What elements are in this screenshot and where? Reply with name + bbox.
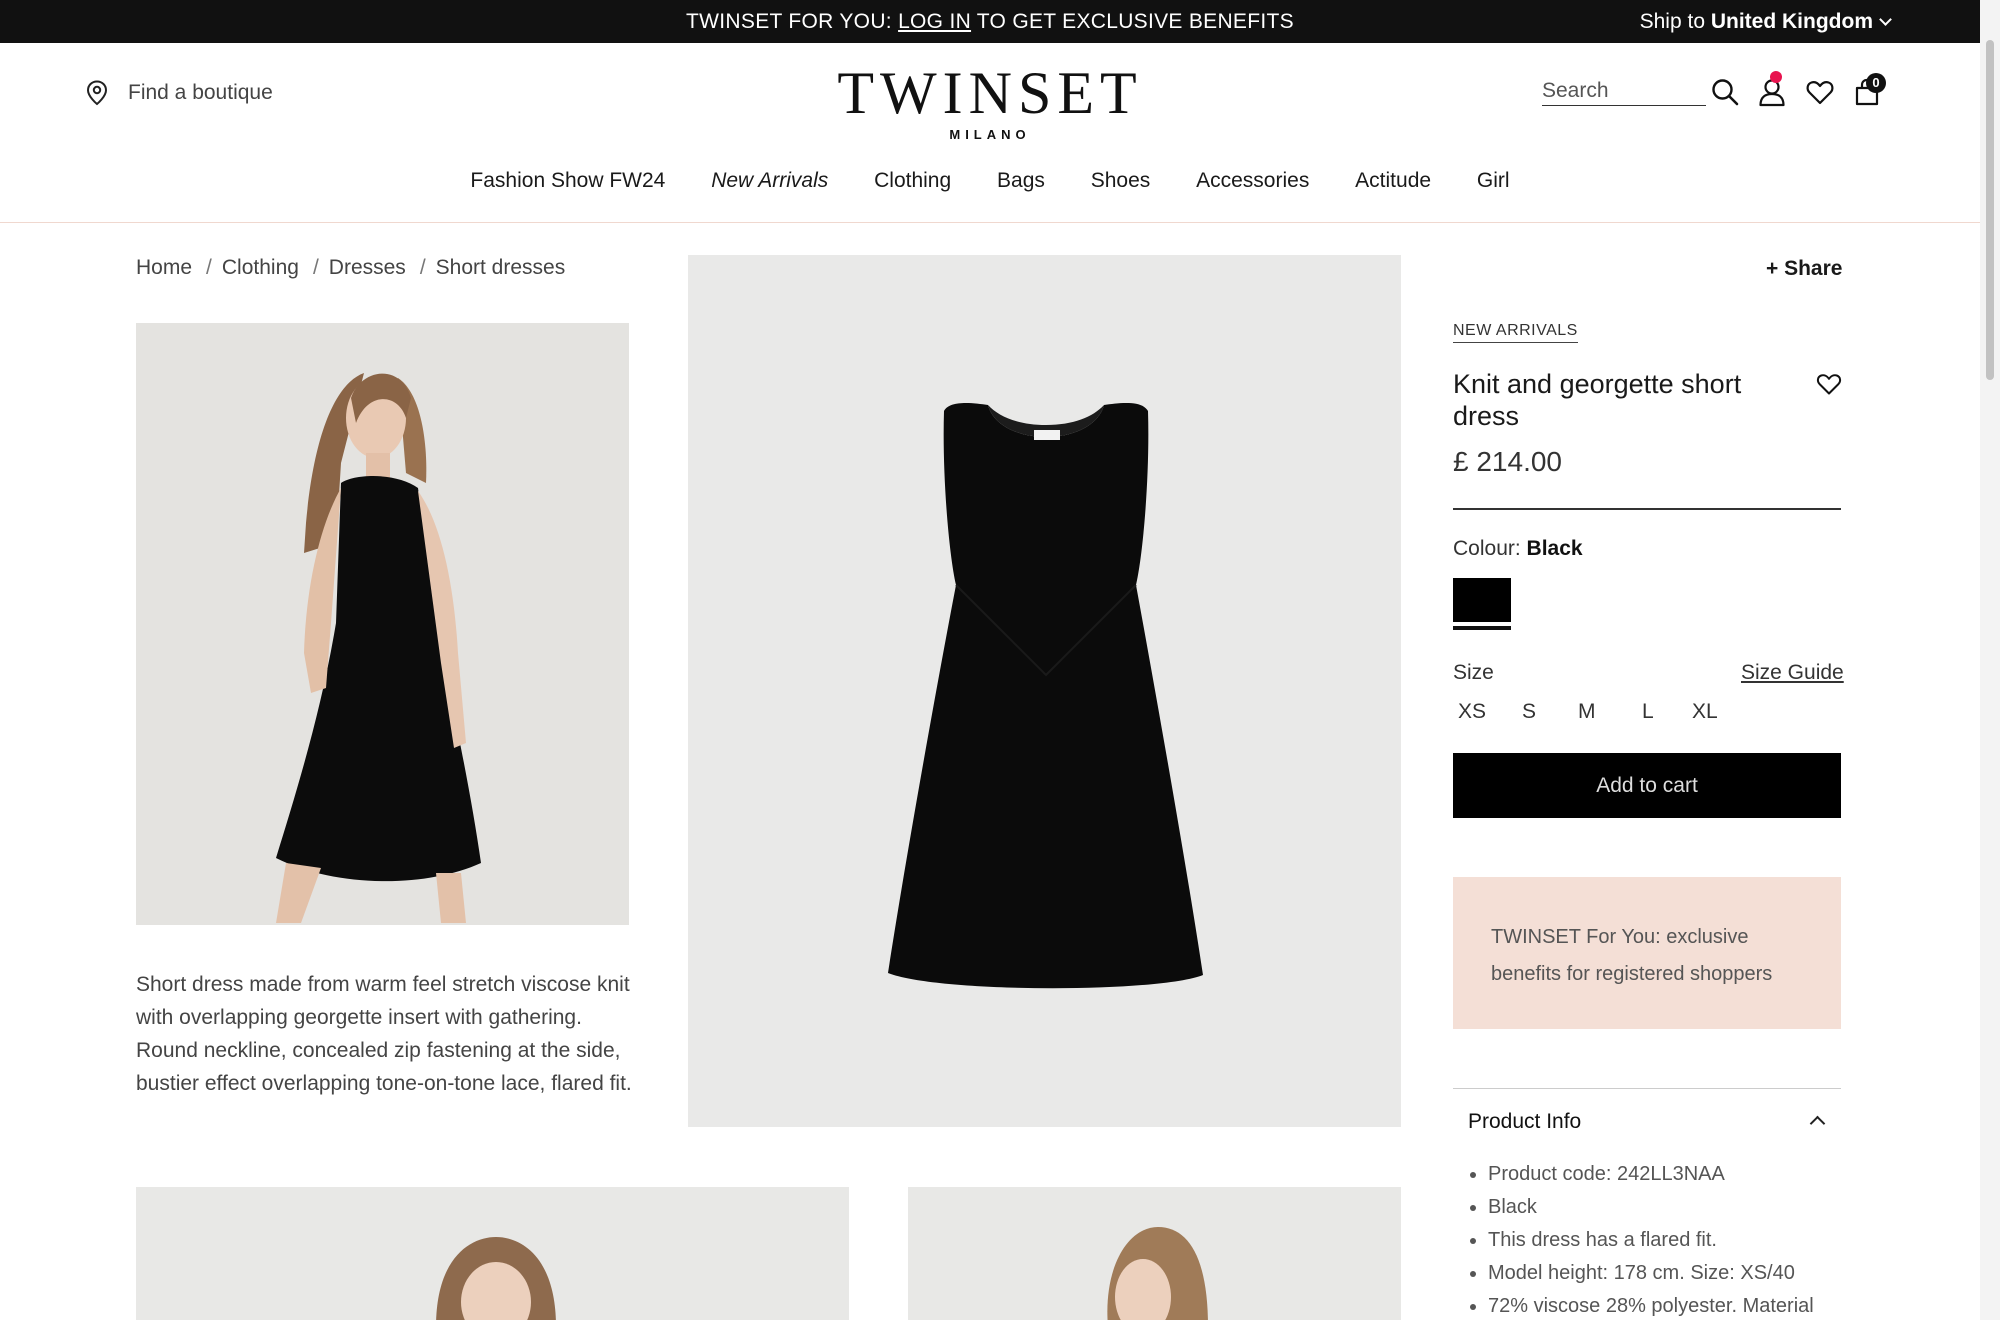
breadcrumb-separator: / xyxy=(206,256,212,279)
divider xyxy=(1453,1088,1841,1089)
product-info-toggle[interactable]: Product Info xyxy=(1468,1110,1581,1134)
list-item: This dress has a flared fit. xyxy=(1468,1224,1838,1257)
wishlist-heart-icon[interactable] xyxy=(1816,372,1842,396)
list-item: 72% viscose 28% polyester. Material xyxy=(1468,1290,1838,1320)
size-option-xl[interactable]: XL xyxy=(1692,700,1718,724)
product-info-list: Product code: 242LL3NAA Black This dress… xyxy=(1468,1158,1838,1320)
size-option-l[interactable]: L xyxy=(1642,700,1654,724)
size-option-m[interactable]: M xyxy=(1578,700,1596,724)
search-icon[interactable] xyxy=(1710,77,1740,107)
divider xyxy=(1453,508,1841,510)
nav-item-new-arrivals[interactable]: New Arrivals xyxy=(711,169,828,193)
dress-illustration xyxy=(688,255,1401,1127)
breadcrumb-short-dresses[interactable]: Short dresses xyxy=(436,256,566,279)
product-image-detail-1[interactable] xyxy=(136,1187,849,1320)
nav-item-accessories[interactable]: Accessories xyxy=(1196,169,1309,193)
list-item: Product code: 242LL3NAA xyxy=(1468,1158,1838,1191)
promo-prefix: TWINSET FOR YOU: xyxy=(686,10,899,33)
chevron-down-icon xyxy=(1879,13,1892,26)
share-button[interactable]: + Share xyxy=(1766,257,1842,281)
nav-item-clothing[interactable]: Clothing xyxy=(874,169,951,193)
breadcrumb-home[interactable]: Home xyxy=(136,256,192,279)
colour-label: Colour: Black xyxy=(1453,537,1583,561)
colour-swatch-black[interactable] xyxy=(1453,578,1511,626)
model-profile-illustration xyxy=(908,1187,1401,1320)
size-option-xs[interactable]: XS xyxy=(1458,700,1486,724)
size-guide-link[interactable]: Size Guide xyxy=(1741,661,1844,685)
cart-count-badge: 0 xyxy=(1866,73,1886,93)
product-title: Knit and georgette short dress xyxy=(1453,369,1742,431)
nav-item-actitude[interactable]: Actitude xyxy=(1355,169,1431,193)
scrollbar-thumb[interactable] xyxy=(1986,40,1994,380)
colour-label-text: Colour: xyxy=(1453,537,1527,560)
size-label: Size xyxy=(1453,661,1494,684)
search-input[interactable]: Search xyxy=(1542,79,1706,106)
loyalty-promo-text: TWINSET For You: exclusive benefits for … xyxy=(1491,926,1773,985)
heart-icon[interactable] xyxy=(1805,77,1835,107)
ship-to-selector[interactable]: Ship to United Kingdom xyxy=(1639,0,1892,43)
brand-subtitle: MILANO xyxy=(949,127,1031,142)
list-item: Model height: 178 cm. Size: XS/40 xyxy=(1468,1257,1838,1290)
breadcrumb-clothing[interactable]: Clothing xyxy=(222,256,299,279)
page-scrollbar[interactable] xyxy=(1980,0,2000,1320)
product-image-flat[interactable] xyxy=(688,255,1401,1127)
product-image-detail-2[interactable] xyxy=(908,1187,1401,1320)
ship-country: United Kingdom xyxy=(1710,10,1873,33)
product-image-model[interactable] xyxy=(136,323,629,925)
nav-item-girl[interactable]: Girl xyxy=(1477,169,1510,193)
breadcrumb-separator: / xyxy=(419,256,426,279)
notification-dot xyxy=(1770,71,1782,83)
add-to-cart-button[interactable]: Add to cart xyxy=(1453,753,1841,818)
product-description: Short dress made from warm feel stretch … xyxy=(136,973,632,1095)
colour-value: Black xyxy=(1526,537,1583,560)
list-item: Black xyxy=(1468,1191,1838,1224)
breadcrumb: Home / Clothing / Dresses / Short dresses xyxy=(136,256,565,280)
ship-to-label: Ship to xyxy=(1639,10,1711,33)
model-head-illustration xyxy=(136,1187,849,1320)
nav-item-fashion-show[interactable]: Fashion Show FW24 xyxy=(470,169,665,193)
announcement-bar: TWINSET FOR YOU: LOG IN TO GET EXCLUSIVE… xyxy=(0,0,1980,43)
breadcrumb-dresses[interactable]: Dresses xyxy=(329,256,406,279)
promo-suffix: TO GET EXCLUSIVE BENEFITS xyxy=(971,10,1294,33)
login-link[interactable]: LOG IN xyxy=(898,10,971,33)
site-header: Find a boutique TWINSET MILANO Search 0 … xyxy=(0,43,1980,223)
product-price: £ 214.00 xyxy=(1453,446,1562,477)
new-arrivals-tag[interactable]: NEW ARRIVALS xyxy=(1453,322,1578,343)
breadcrumb-separator: / xyxy=(312,256,319,279)
nav-item-bags[interactable]: Bags xyxy=(997,169,1045,193)
loyalty-promo-box[interactable]: TWINSET For You: exclusive benefits for … xyxy=(1453,877,1841,1029)
nav-item-shoes[interactable]: Shoes xyxy=(1091,169,1151,193)
search-placeholder: Search xyxy=(1542,79,1609,102)
chevron-up-icon[interactable] xyxy=(1809,1115,1826,1132)
size-option-s[interactable]: S xyxy=(1522,700,1536,724)
main-navigation: Fashion Show FW24 New Arrivals Clothing … xyxy=(0,169,1980,193)
model-illustration xyxy=(136,323,629,925)
